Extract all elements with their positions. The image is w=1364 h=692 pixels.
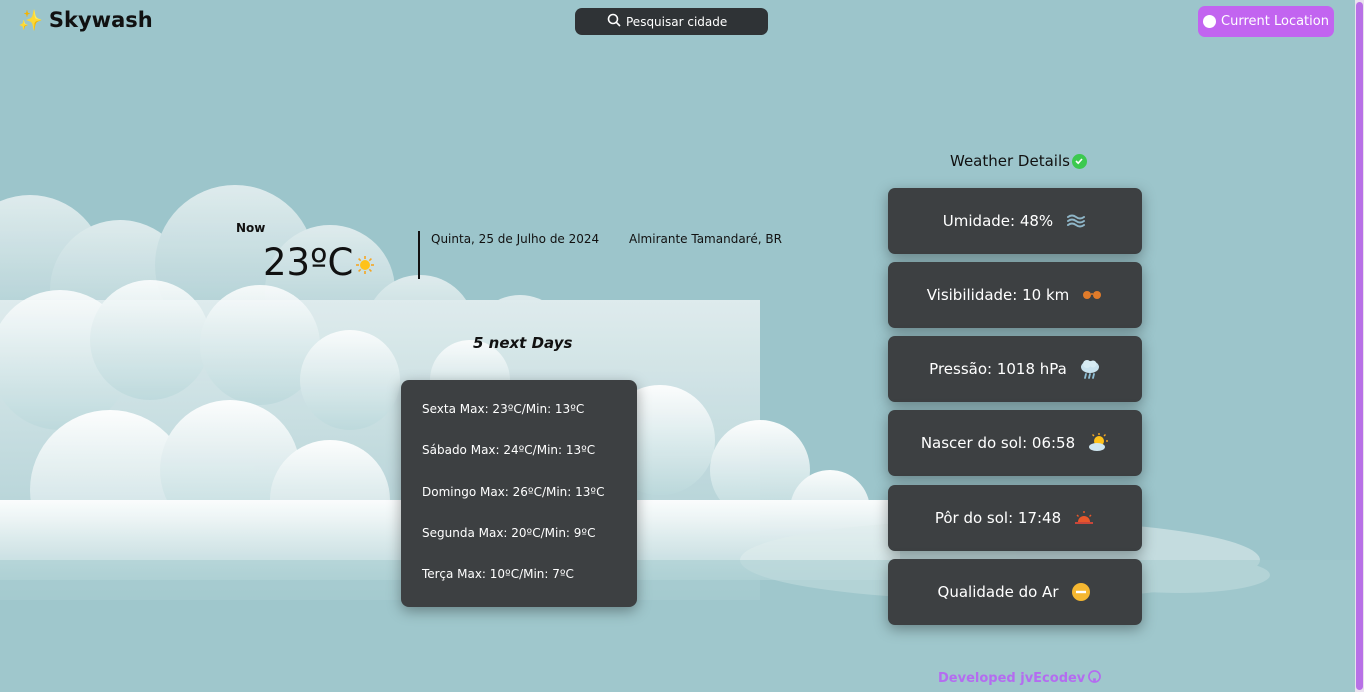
weather-details-label: Weather Details: [950, 152, 1070, 170]
check-icon: [1071, 153, 1087, 169]
github-icon[interactable]: [1088, 670, 1102, 687]
current-city: Almirante Tamandaré, BR: [629, 232, 782, 246]
search-input[interactable]: [626, 14, 736, 29]
compass-icon: [1203, 15, 1217, 28]
footer-text: Developed jvEcodev: [938, 671, 1086, 686]
sunset-icon: [1073, 507, 1095, 529]
sunrise-card: Nascer do sol: 06:58: [888, 410, 1142, 476]
now-label: Now: [236, 221, 266, 235]
air-quality-icon: [1070, 581, 1092, 603]
current-date: Quinta, 25 de Julho de 2024: [431, 232, 600, 246]
footer-credit[interactable]: Developed jvEcodev: [938, 670, 1102, 687]
humidity-label: Umidade: 48%: [942, 212, 1054, 230]
forecast-day: Sexta Max: 23ºC/Min: 13ºC: [422, 402, 585, 416]
scrollbar-thumb[interactable]: [1356, 2, 1363, 690]
current-location-button[interactable]: Current Location: [1198, 6, 1334, 37]
storm-cloud-icon: [1079, 358, 1101, 380]
humidity-icon: [1065, 210, 1087, 232]
weather-details-title: Weather Details: [950, 152, 1087, 170]
clouds-background: [0, 185, 1364, 692]
vertical-divider: [418, 231, 420, 279]
app-logo[interactable]: ✨ Skywash: [18, 8, 153, 32]
current-temperature-block: 23ºC: [263, 241, 375, 284]
forecast-day: Terça Max: 10ºC/Min: 7ºC: [422, 567, 574, 582]
forecast-day: Segunda Max: 20ºC/Min: 9ºC: [422, 525, 596, 540]
pressure-card: Pressão: 1018 hPa: [888, 336, 1142, 402]
air-quality-label: Qualidade do Ar: [937, 583, 1059, 601]
search-bar[interactable]: [575, 8, 768, 35]
current-temperature: 23ºC: [263, 241, 354, 284]
search-icon: [607, 13, 621, 30]
sunrise-label: Nascer do sol: 06:58: [920, 434, 1076, 452]
sunset-label: Pôr do sol: 17:48: [934, 509, 1062, 527]
humidity-card: Umidade: 48%: [888, 188, 1142, 254]
sparkle-icon: ✨: [18, 8, 43, 32]
pressure-label: Pressão: 1018 hPa: [929, 360, 1067, 378]
air-quality-card: Qualidade do Ar: [888, 559, 1142, 625]
glasses-icon: [1081, 284, 1103, 306]
visibility-card: Visibilidade: 10 km: [888, 262, 1142, 328]
forecast-day: Sábado Max: 24ºC/Min: 13ºC: [422, 443, 596, 458]
forecast-title: 5 next Days: [473, 334, 573, 352]
sun-icon: [355, 241, 375, 284]
sunrise-icon: [1087, 432, 1109, 454]
sunset-card: Pôr do sol: 17:48: [888, 485, 1142, 551]
forecast-card: Sexta Max: 23ºC/Min: 13ºC Sábado Max: 24…: [401, 380, 637, 607]
visibility-label: Visibilidade: 10 km: [926, 286, 1070, 304]
app-name: Skywash: [48, 8, 153, 32]
forecast-day: Domingo Max: 26ºC/Min: 13ºC: [422, 484, 605, 499]
current-location-label: Current Location: [1221, 14, 1329, 29]
